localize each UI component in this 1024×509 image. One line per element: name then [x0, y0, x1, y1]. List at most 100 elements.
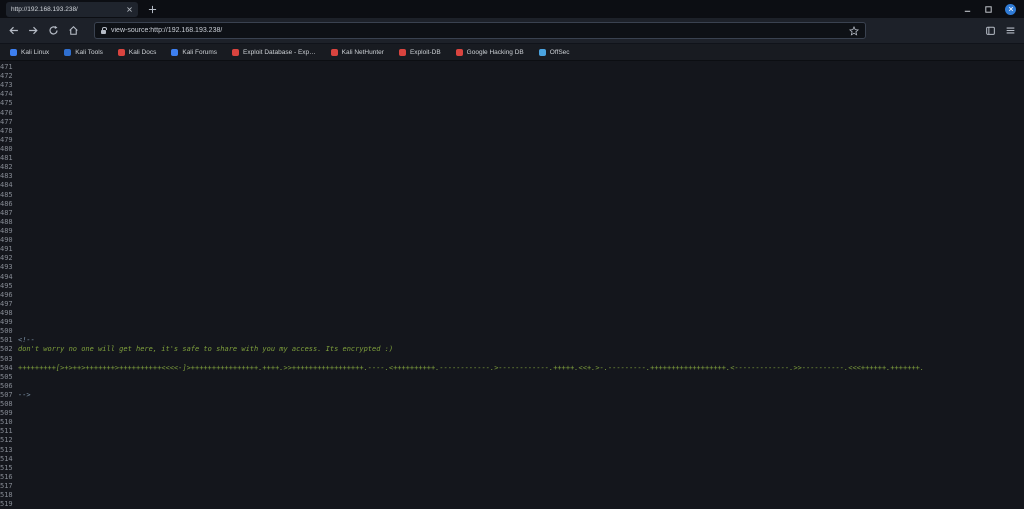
line-number: 509: [0, 409, 13, 418]
source-line: 500: [0, 327, 1024, 336]
line-number: 480: [0, 144, 13, 153]
close-window-icon[interactable]: [1005, 3, 1016, 15]
line-number: 493: [0, 263, 13, 272]
minimize-icon[interactable]: [963, 5, 972, 14]
view-source-content[interactable]: 471 472 473 474 475 476 477 478 479 480: [0, 61, 1024, 509]
bookmark-item[interactable]: Kali Tools: [64, 48, 103, 56]
line-number: 492: [0, 254, 13, 263]
line-number: 477: [0, 117, 13, 126]
line-number: 519: [0, 500, 13, 509]
library-icon[interactable]: [985, 25, 996, 36]
line-number: 476: [0, 108, 13, 117]
source-line: 495: [0, 282, 1024, 291]
bookmark-favicon: [232, 48, 240, 56]
tab-title: http://192.168.193.238/: [11, 5, 78, 13]
back-icon[interactable]: [8, 25, 19, 36]
bookmark-item[interactable]: Kali Docs: [117, 48, 156, 56]
source-line: 481: [0, 154, 1024, 163]
bookmark-item[interactable]: Kali Linux: [10, 48, 50, 56]
source-line: 484: [0, 181, 1024, 190]
bookmark-item[interactable]: Kali NetHunter: [330, 48, 384, 56]
bookmark-favicon: [398, 48, 406, 56]
line-number: 488: [0, 217, 13, 226]
browser-tab[interactable]: http://192.168.193.238/: [6, 1, 138, 17]
maximize-icon[interactable]: [984, 5, 993, 14]
line-number: 514: [0, 454, 13, 463]
line-number: 508: [0, 400, 13, 409]
new-tab-button[interactable]: [148, 5, 157, 14]
bookmark-item[interactable]: Exploit Database - Exp…: [232, 48, 316, 56]
source-line: 517: [0, 482, 1024, 491]
source-line: 514: [0, 455, 1024, 464]
reload-icon[interactable]: [48, 25, 59, 36]
bookmark-favicon: [117, 48, 125, 56]
source-line: 519: [0, 500, 1024, 509]
line-number: 486: [0, 199, 13, 208]
bookmark-favicon: [171, 48, 179, 56]
line-number: 504: [0, 363, 13, 372]
line-code: don't worry no one will get here, it's s…: [18, 345, 394, 354]
line-number: 479: [0, 135, 13, 144]
source-line: 487: [0, 209, 1024, 218]
line-number: 487: [0, 208, 13, 217]
source-line: 473: [0, 81, 1024, 90]
line-number: 511: [0, 427, 13, 436]
url-bar[interactable]: view-source:http://192.168.193.238/: [94, 22, 866, 39]
line-code: <!--: [18, 336, 35, 345]
line-number: 481: [0, 154, 13, 163]
source-line: 508: [0, 400, 1024, 409]
source-line: 486: [0, 200, 1024, 209]
line-number: 518: [0, 491, 13, 500]
bookmark-favicon: [330, 48, 338, 56]
source-line: 485: [0, 191, 1024, 200]
source-line: 507 -->: [0, 391, 1024, 400]
line-number: 507: [0, 390, 13, 399]
line-number: 505: [0, 372, 13, 381]
source-line: 506: [0, 382, 1024, 391]
bookmark-item[interactable]: OffSec: [538, 48, 570, 56]
bookmark-label: Kali NetHunter: [341, 48, 384, 56]
menu-icon[interactable]: [1005, 25, 1016, 36]
bookmark-label: Exploit Database - Exp…: [243, 48, 316, 56]
bookmark-item[interactable]: Google Hacking DB: [455, 48, 524, 56]
line-number: 496: [0, 290, 13, 299]
bookmark-label: Kali Linux: [21, 48, 50, 56]
window-controls: [963, 3, 1024, 15]
line-number: 495: [0, 281, 13, 290]
bookmark-item[interactable]: Exploit-DB: [398, 48, 441, 56]
forward-icon[interactable]: [28, 25, 39, 36]
bookmark-star-icon[interactable]: [849, 25, 859, 36]
bookmark-label: OffSec: [549, 48, 570, 56]
bookmarks-toolbar: Kali Linux Kali Tools Kali Docs Kali For…: [0, 44, 1024, 61]
source-line: 518: [0, 491, 1024, 500]
source-line: 496: [0, 291, 1024, 300]
source-line: 503: [0, 355, 1024, 364]
source-line: 480: [0, 145, 1024, 154]
tab-bar: http://192.168.193.238/: [0, 0, 1024, 18]
line-number: 474: [0, 90, 13, 99]
source-line: 490: [0, 236, 1024, 245]
line-number: 482: [0, 163, 13, 172]
bookmark-item[interactable]: Kali Forums: [171, 48, 217, 56]
line-number: 513: [0, 445, 13, 454]
source-line: 482: [0, 163, 1024, 172]
tab-close-icon[interactable]: [126, 6, 133, 13]
url-text[interactable]: view-source:http://192.168.193.238/: [111, 27, 844, 34]
line-number: 510: [0, 418, 13, 427]
browser-window: http://192.168.193.238/ view-source:http…: [0, 0, 1024, 509]
source-line: 472: [0, 72, 1024, 81]
line-number: 475: [0, 99, 13, 108]
source-line: 491: [0, 245, 1024, 254]
source-line: 504 +++++++++[>+>++>+++++++>++++++++++<<…: [0, 364, 1024, 373]
line-number: 501: [0, 336, 13, 345]
line-number: 497: [0, 299, 13, 308]
line-number: 515: [0, 463, 13, 472]
bookmark-label: Google Hacking DB: [466, 48, 524, 56]
bookmark-favicon: [10, 48, 17, 56]
line-number: 499: [0, 318, 13, 327]
lock-icon[interactable]: [101, 26, 107, 34]
bookmark-favicon: [64, 48, 72, 56]
source-line: 476: [0, 109, 1024, 118]
home-icon[interactable]: [68, 25, 79, 36]
source-line: 502 don't worry no one will get here, it…: [0, 345, 1024, 354]
